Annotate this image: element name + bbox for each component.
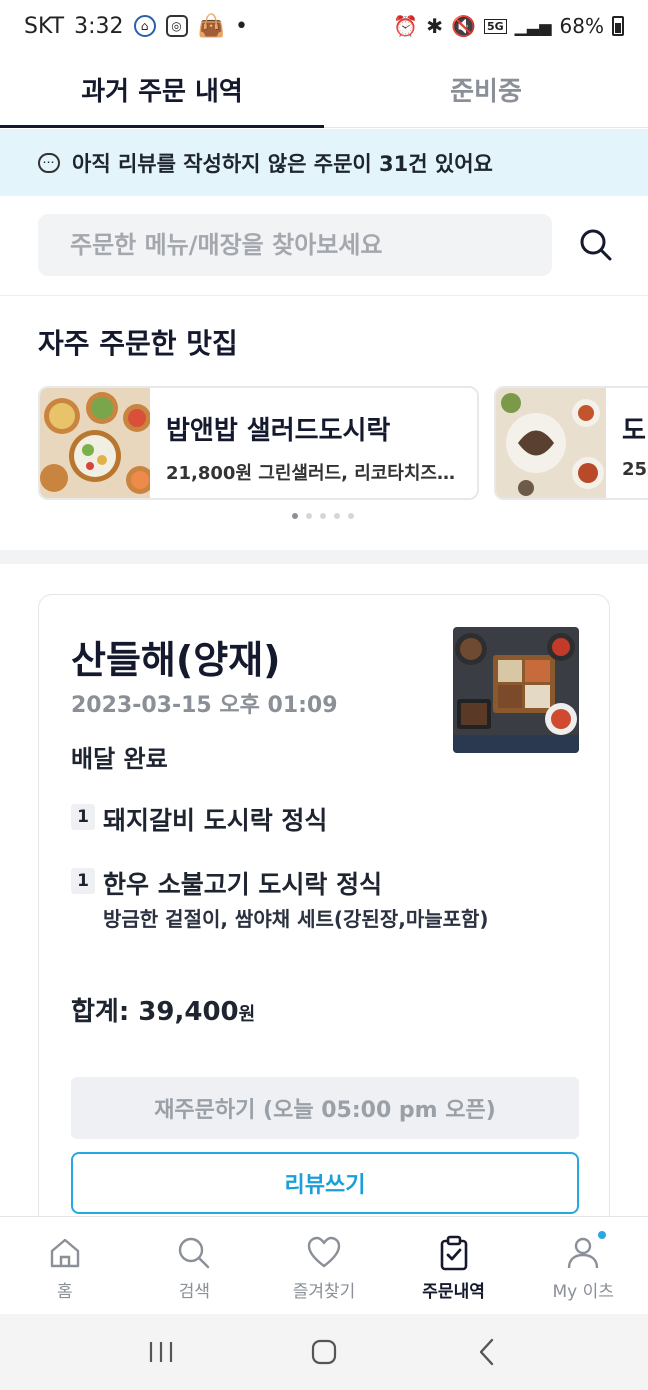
- system-navigation-bar: [0, 1314, 648, 1390]
- nav-label: 주문내역: [422, 1282, 485, 1302]
- currency-unit: 원: [238, 1004, 256, 1025]
- nav-label: 홈: [56, 1282, 73, 1302]
- carrier-label: SKT: [24, 13, 65, 39]
- carousel-pagination: [292, 513, 354, 519]
- store-thumbnail: [40, 388, 150, 498]
- mute-icon: 🔇: [451, 14, 476, 38]
- frequent-stores-title: 자주 주문한 맛집: [38, 327, 238, 360]
- pagination-dot: [334, 513, 340, 519]
- nav-orders[interactable]: 주문내역: [389, 1217, 519, 1314]
- store-order-summary: 25,: [622, 459, 648, 480]
- item-name: 돼지갈비 도시락 정식: [103, 806, 328, 835]
- search-input[interactable]: [38, 214, 552, 276]
- store-info: 도 25,: [606, 388, 648, 498]
- search-button[interactable]: [576, 225, 616, 265]
- frequent-store-card[interactable]: 도 25,: [494, 386, 648, 500]
- bottom-navigation: 홈 검색 즐겨찾기 주문내역 My 이츠: [0, 1216, 648, 1314]
- status-left: SKT 3:32 ⌂ ◎ 👜 •: [24, 14, 248, 39]
- bluetooth-icon: ✱: [426, 14, 444, 38]
- store-name: 도: [622, 416, 646, 446]
- order-store-name[interactable]: 산들해(양재): [71, 629, 281, 684]
- status-right: ⏰ ✱ 🔇 5G ▁▃▅ 68%: [393, 14, 624, 38]
- signal-icon: ▁▃▅: [514, 16, 552, 36]
- alarm-icon: ⏰: [393, 14, 419, 38]
- home-button[interactable]: [294, 1332, 354, 1372]
- battery-icon: [612, 16, 624, 36]
- recent-apps-button[interactable]: [131, 1332, 191, 1372]
- shopping-bag-icon: 👜: [197, 13, 225, 39]
- search-icon: [580, 229, 612, 261]
- frequent-stores-carousel[interactable]: 밥앤밥 샐러드도시락 21,800원 그린샐러드, 리코타치즈… 도 25,: [38, 386, 648, 501]
- instagram-notification-icon: ◎: [165, 15, 188, 37]
- order-item: 1 돼지갈비 도시락 정식: [71, 801, 327, 837]
- order-status: 배달 완료: [71, 745, 168, 773]
- clipboard-check-icon: [440, 1235, 467, 1271]
- nav-label: 즐겨찾기: [292, 1282, 356, 1302]
- nav-my-eats[interactable]: My 이츠: [518, 1217, 648, 1314]
- recent-apps-icon: [150, 1342, 173, 1362]
- back-button[interactable]: [457, 1332, 517, 1372]
- status-bar: SKT 3:32 ⌂ ◎ 👜 • ⏰ ✱ 🔇 5G ▁▃▅ 68%: [0, 0, 648, 52]
- order-item: 1 한우 소불고기 도시락 정식: [71, 865, 382, 901]
- section-divider: [0, 550, 648, 564]
- person-icon: [567, 1237, 599, 1269]
- tab-past-orders[interactable]: 과거 주문 내역: [0, 52, 324, 128]
- search-icon: [179, 1237, 210, 1269]
- write-review-button[interactable]: 리뷰쓰기: [71, 1152, 579, 1214]
- clock: 3:32: [74, 13, 124, 39]
- order-tabs: 과거 주문 내역 준비중: [0, 52, 648, 128]
- pagination-dot: [320, 513, 326, 519]
- nav-home[interactable]: 홈: [0, 1217, 130, 1314]
- pagination-dot: [348, 513, 354, 519]
- item-quantity: 1: [71, 868, 95, 894]
- frequent-store-card[interactable]: 밥앤밥 샐러드도시락 21,800원 그린샐러드, 리코타치즈…: [38, 386, 479, 500]
- order-store-photo[interactable]: [453, 627, 579, 753]
- reorder-button[interactable]: 재주문하기 (오늘 05:00 pm 오픈): [71, 1077, 579, 1139]
- store-thumbnail: [496, 388, 606, 498]
- home-square-icon: [311, 1339, 337, 1365]
- battery-percent: 68%: [559, 14, 604, 38]
- search-row: [38, 214, 616, 276]
- back-chevron-icon: [479, 1338, 493, 1366]
- order-card[interactable]: 산들해(양재) 2023-03-15 오후 01:09 배달 완료 1 돼지갈비…: [38, 594, 610, 1294]
- order-total: 합계: 39,400원: [71, 991, 255, 1028]
- nav-label: My 이츠: [552, 1282, 614, 1302]
- home-icon: [50, 1238, 79, 1268]
- item-options: 방금한 겉절이, 쌈야채 세트(강된장,마늘포함): [103, 907, 489, 931]
- divider: [0, 295, 648, 296]
- notification-badge: [598, 1231, 607, 1239]
- store-name: 밥앤밥 샐러드도시락: [166, 416, 391, 446]
- order-total-amount: 합계: 39,400: [71, 997, 239, 1027]
- notification-dot-icon: •: [234, 13, 248, 39]
- item-name: 한우 소불고기 도시락 정식: [103, 870, 383, 899]
- order-date: 2023-03-15 오후 01:09: [71, 693, 338, 718]
- store-info: 밥앤밥 샐러드도시락 21,800원 그린샐러드, 리코타치즈…: [150, 388, 455, 498]
- nav-favorites[interactable]: 즐겨찾기: [259, 1217, 389, 1314]
- review-reminder-text: 아직 리뷰를 작성하지 않은 주문이 31건 있어요: [72, 151, 493, 176]
- nav-search[interactable]: 검색: [130, 1217, 260, 1314]
- heart-icon: [307, 1236, 341, 1268]
- network-type-icon: 5G: [483, 18, 507, 34]
- pagination-dot: [306, 513, 312, 519]
- review-reminder-banner[interactable]: ··· 아직 리뷰를 작성하지 않은 주문이 31건 있어요: [0, 129, 648, 196]
- item-quantity: 1: [71, 804, 95, 830]
- chat-bubble-icon: ···: [38, 152, 60, 173]
- store-order-summary: 21,800원 그린샐러드, 리코타치즈…: [166, 463, 455, 484]
- nav-label: 검색: [178, 1282, 211, 1302]
- pagination-dot: [292, 513, 298, 519]
- home-app-notification-icon: ⌂: [133, 15, 156, 37]
- tab-preparing[interactable]: 준비중: [324, 52, 648, 127]
